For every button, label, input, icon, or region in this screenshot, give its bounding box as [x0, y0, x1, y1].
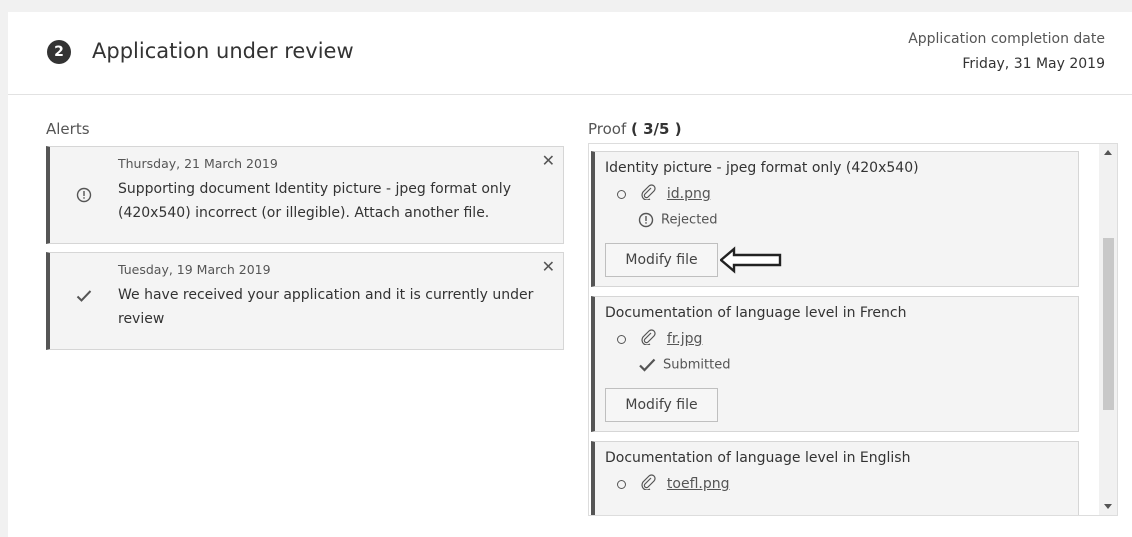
proof-status-text: Submitted	[663, 357, 731, 373]
proof-file-row: toefl.png	[617, 474, 730, 494]
bullet-icon	[617, 479, 626, 489]
scrollbar-thumb[interactable]	[1103, 238, 1114, 410]
proof-label-text: Proof	[588, 120, 627, 138]
alerts-label: Alerts	[46, 120, 90, 138]
alert-date: Tuesday, 19 March 2019	[118, 262, 271, 277]
modify-file-button[interactable]: Modify file	[605, 388, 718, 422]
proof-item: Documentation of language level in Frenc…	[591, 296, 1079, 432]
alert-item: Tuesday, 19 March 2019 We have received …	[46, 252, 564, 350]
completion-date-label: Application completion date	[908, 31, 1105, 47]
bullet-icon	[617, 334, 626, 344]
arrow-pointer-icon	[719, 246, 782, 278]
warning-circle-icon	[76, 187, 92, 207]
left-band	[0, 12, 8, 537]
file-link[interactable]: toefl.png	[667, 476, 730, 492]
proof-status: Rejected	[638, 212, 718, 228]
proof-file-row: id.png	[617, 184, 711, 204]
bullet-icon	[617, 189, 626, 199]
scrollbar[interactable]	[1099, 144, 1117, 515]
proof-status-text: Rejected	[661, 212, 718, 228]
scroll-up-arrow-icon[interactable]	[1104, 150, 1112, 155]
proof-list[interactable]: Identity picture - jpeg format only (420…	[588, 143, 1118, 516]
alert-item: Thursday, 21 March 2019 Supporting docum…	[46, 146, 564, 244]
proof-status: Submitted	[638, 357, 730, 373]
checkmark-icon	[639, 358, 656, 372]
proof-item-title: Documentation of language level in Engli…	[605, 450, 911, 466]
proof-label: Proof ( 3/5 )	[588, 120, 682, 138]
scroll-down-arrow-icon[interactable]	[1104, 504, 1112, 509]
top-band	[0, 0, 1132, 12]
file-link[interactable]: id.png	[667, 186, 711, 202]
checkmark-icon	[76, 288, 92, 307]
proof-count: ( 3/5 )	[631, 120, 682, 138]
proof-item-title: Identity picture - jpeg format only (420…	[605, 160, 919, 176]
close-alert-icon[interactable]: ✕	[542, 151, 555, 170]
card-header: 2 Application under review Application c…	[8, 12, 1132, 95]
modify-file-button[interactable]: Modify file	[605, 243, 718, 277]
proof-item-title: Documentation of language level in Frenc…	[605, 305, 907, 321]
file-link[interactable]: fr.jpg	[667, 331, 703, 347]
warning-circle-icon	[638, 212, 654, 228]
proof-file-row: fr.jpg	[617, 329, 702, 349]
alert-message: Supporting document Identity picture - j…	[118, 181, 511, 221]
page-title: Application under review	[92, 39, 354, 63]
step-number-badge: 2	[47, 40, 71, 64]
alert-date: Thursday, 21 March 2019	[118, 156, 278, 171]
completion-date-value: Friday, 31 May 2019	[962, 56, 1105, 72]
paperclip-icon	[640, 474, 660, 494]
proof-item: Identity picture - jpeg format only (420…	[591, 151, 1079, 287]
alert-message: We have received your application and it…	[118, 287, 534, 327]
application-card: 2 Application under review Application c…	[8, 12, 1132, 537]
paperclip-icon	[640, 329, 660, 349]
paperclip-icon	[640, 184, 660, 204]
close-alert-icon[interactable]: ✕	[542, 257, 555, 276]
proof-item: Documentation of language level in Engli…	[591, 441, 1079, 515]
